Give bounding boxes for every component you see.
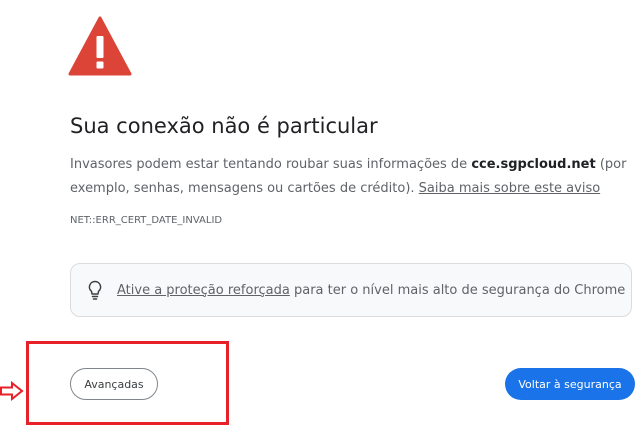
error-code: NET::ERR_CERT_DATE_INVALID: [70, 215, 223, 226]
annotation-highlight-box: [26, 341, 229, 425]
enhanced-protection-link[interactable]: Ative a proteção reforçada: [117, 283, 290, 298]
learn-more-link[interactable]: Saiba mais sobre este aviso: [419, 181, 601, 196]
back-to-safety-button[interactable]: Voltar à segurança: [505, 368, 635, 400]
host-name: cce.sgpcloud.net: [471, 157, 596, 172]
warning-triangle-icon: [68, 16, 132, 76]
enhanced-protection-description: para ter o nível mais alto de segurança …: [289, 282, 626, 298]
error-description: Invasores podem estar tentando roubar su…: [70, 153, 630, 201]
lightbulb-icon: [88, 280, 102, 300]
enhanced-protection-banner: Ative a proteção reforçada para ter o ní…: [70, 263, 632, 317]
privacy-error-page: Sua conexão não é particular Invasores p…: [0, 0, 640, 444]
description-text: Invasores podem estar tentando roubar su…: [70, 157, 472, 172]
arrow-right-icon: [0, 381, 24, 401]
page-title: Sua conexão não é particular: [70, 114, 378, 138]
enhanced-protection-text: Ative a proteção reforçada para ter o ní…: [117, 283, 625, 298]
